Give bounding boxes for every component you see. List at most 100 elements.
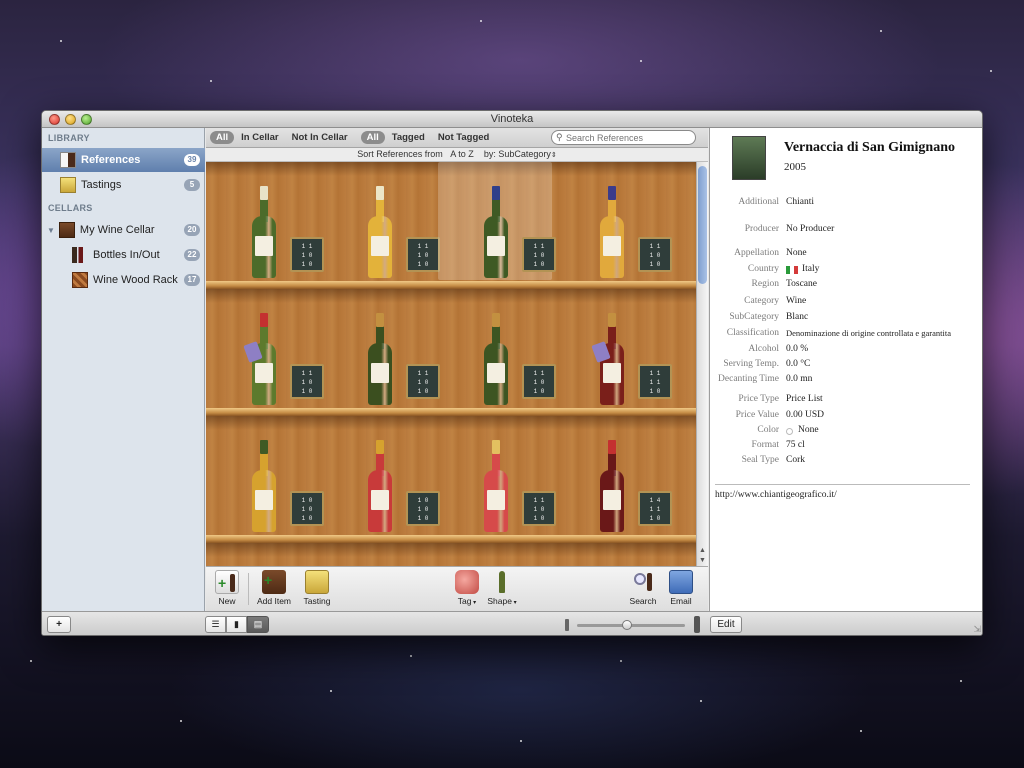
- search-button[interactable]: Search: [626, 570, 660, 606]
- add-button[interactable]: +: [47, 616, 71, 633]
- filter-in-cellar[interactable]: In Cellar: [235, 131, 285, 144]
- wine-title: Vernaccia di San Gimignano: [784, 140, 956, 155]
- minimize-window-button[interactable]: [65, 114, 76, 125]
- close-window-button[interactable]: [49, 114, 60, 125]
- wine-bottle[interactable]: [368, 186, 392, 278]
- detail-row: Producer No Producer: [710, 224, 982, 238]
- bottom-toolbar: + New + Add Item Tasting Tag ▾ Shape ▾ S…: [206, 566, 708, 611]
- filter-all-tags[interactable]: All: [360, 131, 385, 144]
- zoom-window-button[interactable]: [81, 114, 92, 125]
- bottle-slot[interactable]: 1 11 01 0: [322, 289, 440, 407]
- bottle-slot[interactable]: 1 11 01 0: [438, 162, 556, 280]
- field-value: Cork: [786, 455, 805, 465]
- zoom-slider[interactable]: [577, 620, 685, 630]
- field-value: None: [798, 425, 819, 435]
- wine-year: 2005: [784, 161, 806, 173]
- bottle-count-board: 1 11 11 0: [638, 364, 672, 399]
- sidebar-item-wine-wood-rack[interactable]: Wine Wood Rack 17: [42, 268, 205, 292]
- bottle-slot[interactable]: 1 11 01 0: [206, 289, 324, 407]
- sort-label: Sort References from: [357, 149, 443, 159]
- scroll-down-arrow-icon[interactable]: ▼: [699, 557, 706, 564]
- list-view-button[interactable]: ☰: [205, 616, 226, 633]
- disclosure-triangle-icon[interactable]: ▼: [47, 226, 55, 235]
- bottle-slot[interactable]: 1 11 01 0: [554, 162, 672, 280]
- bottle-slot[interactable]: 1 11 01 0: [206, 162, 324, 280]
- tag-button[interactable]: Tag ▾: [452, 570, 482, 606]
- field-label: Alcohol: [748, 344, 779, 354]
- bottle-slot[interactable]: 1 11 11 0: [554, 289, 672, 407]
- shelf-view-button[interactable]: ▤: [247, 616, 269, 633]
- bottle-slot[interactable]: 1 41 11 0: [554, 416, 672, 534]
- edit-button[interactable]: Edit: [710, 616, 742, 633]
- large-bottle-icon: [694, 616, 700, 633]
- wine-bottle[interactable]: [484, 440, 508, 532]
- sidebar-item-tastings[interactable]: Tastings 5: [42, 173, 205, 197]
- bottle-view-button[interactable]: ▮: [226, 616, 247, 633]
- bottle-slot[interactable]: 1 11 01 0: [322, 162, 440, 280]
- shelf-row: 1 01 01 0 1 01 01 0 1 11 01 0 1 41 11 0: [206, 416, 696, 543]
- wine-bottle[interactable]: [252, 186, 276, 278]
- scrollbar-thumb[interactable]: [698, 166, 707, 284]
- sidebar: LIBRARY References 39 Tastings 5 CELLARS…: [42, 128, 205, 611]
- wine-bottle[interactable]: [600, 440, 624, 532]
- bottle-slot[interactable]: 1 01 01 0: [206, 416, 324, 534]
- zoom-slider-knob[interactable]: [622, 620, 633, 630]
- bottle-slot[interactable]: [438, 543, 552, 566]
- wine-bottle[interactable]: [591, 313, 624, 405]
- field-label: Classification: [726, 328, 779, 338]
- sidebar-item-label: References: [81, 154, 141, 166]
- filter-all-cellar[interactable]: All: [210, 131, 235, 144]
- dropdown-arrow-icon: ▾: [511, 600, 517, 606]
- wine-bottle[interactable]: [368, 440, 392, 532]
- filter-tagged[interactable]: Tagged: [386, 131, 431, 144]
- field-value: Denominazione di origine controllata e g…: [786, 328, 951, 338]
- search-input[interactable]: [551, 130, 696, 145]
- filter-not-tagged[interactable]: Not Tagged: [432, 131, 496, 144]
- wine-url[interactable]: http://www.chiantigeografico.it/: [715, 490, 837, 500]
- resize-grip-icon[interactable]: ⇲: [973, 624, 981, 635]
- bottle-slot[interactable]: 1 11 01 0: [438, 289, 556, 407]
- bottle-slot[interactable]: 1 01 01 0: [322, 416, 440, 534]
- scroll-up-arrow-icon[interactable]: ▲: [699, 547, 706, 554]
- window-title: Vinoteka: [490, 113, 534, 125]
- view-mode-switch: ☰ ▮ ▤: [205, 616, 269, 633]
- wine-bottle[interactable]: [484, 313, 508, 405]
- bottle-slot[interactable]: [554, 543, 668, 566]
- bottle-slot[interactable]: [206, 543, 320, 566]
- field-label: Serving Temp.: [723, 359, 779, 369]
- field-label: Format: [751, 440, 779, 450]
- wine-bottle[interactable]: [252, 440, 276, 532]
- wine-bottle[interactable]: [600, 186, 624, 278]
- detail-panel: Vernaccia di San Gimignano 2005 Addition…: [709, 128, 982, 611]
- sidebar-item-my-wine-cellar[interactable]: ▼ My Wine Cellar 20: [42, 218, 205, 242]
- email-button[interactable]: Email: [665, 570, 697, 606]
- sort-order-popup[interactable]: A to Z: [450, 149, 474, 159]
- sidebar-item-references[interactable]: References 39: [42, 148, 205, 172]
- bottle-slot[interactable]: [322, 543, 436, 566]
- field-label: Additional: [738, 197, 779, 207]
- bottle-count-board: 1 11 01 0: [406, 364, 440, 399]
- wine-bottle[interactable]: [368, 313, 392, 405]
- sidebar-item-bottles-in-out[interactable]: Bottles In/Out 22: [42, 243, 205, 267]
- field-label: Appellation: [734, 248, 779, 258]
- sidebar-item-label: My Wine Cellar: [79, 224, 155, 236]
- bottle-label: [603, 490, 621, 510]
- shelf-plank: [206, 535, 696, 543]
- new-button[interactable]: + New: [212, 570, 242, 606]
- add-item-button[interactable]: + Add Item: [254, 570, 294, 606]
- shelf-plank: [206, 408, 696, 416]
- field-label: Price Value: [735, 410, 779, 420]
- bottle-shelves: 1 11 01 01 11 01 01 11 01 01 11 01 01 11…: [206, 162, 696, 566]
- wine-bottle[interactable]: [484, 186, 508, 278]
- detail-row: Price Value 0.00 USD: [710, 410, 982, 424]
- wine-bottle[interactable]: [243, 313, 276, 405]
- shape-button[interactable]: Shape ▾: [486, 570, 518, 606]
- sort-by-popup[interactable]: SubCategory: [498, 149, 551, 159]
- bottle-label: [487, 236, 505, 256]
- bottle-label: [603, 236, 621, 256]
- shelf-scrollbar[interactable]: ▲ ▼: [696, 162, 708, 566]
- bottle-slot[interactable]: 1 11 01 0: [438, 416, 556, 534]
- tasting-button[interactable]: Tasting: [300, 570, 334, 606]
- filter-not-in-cellar[interactable]: Not In Cellar: [286, 131, 354, 144]
- bottle-label: [255, 236, 273, 256]
